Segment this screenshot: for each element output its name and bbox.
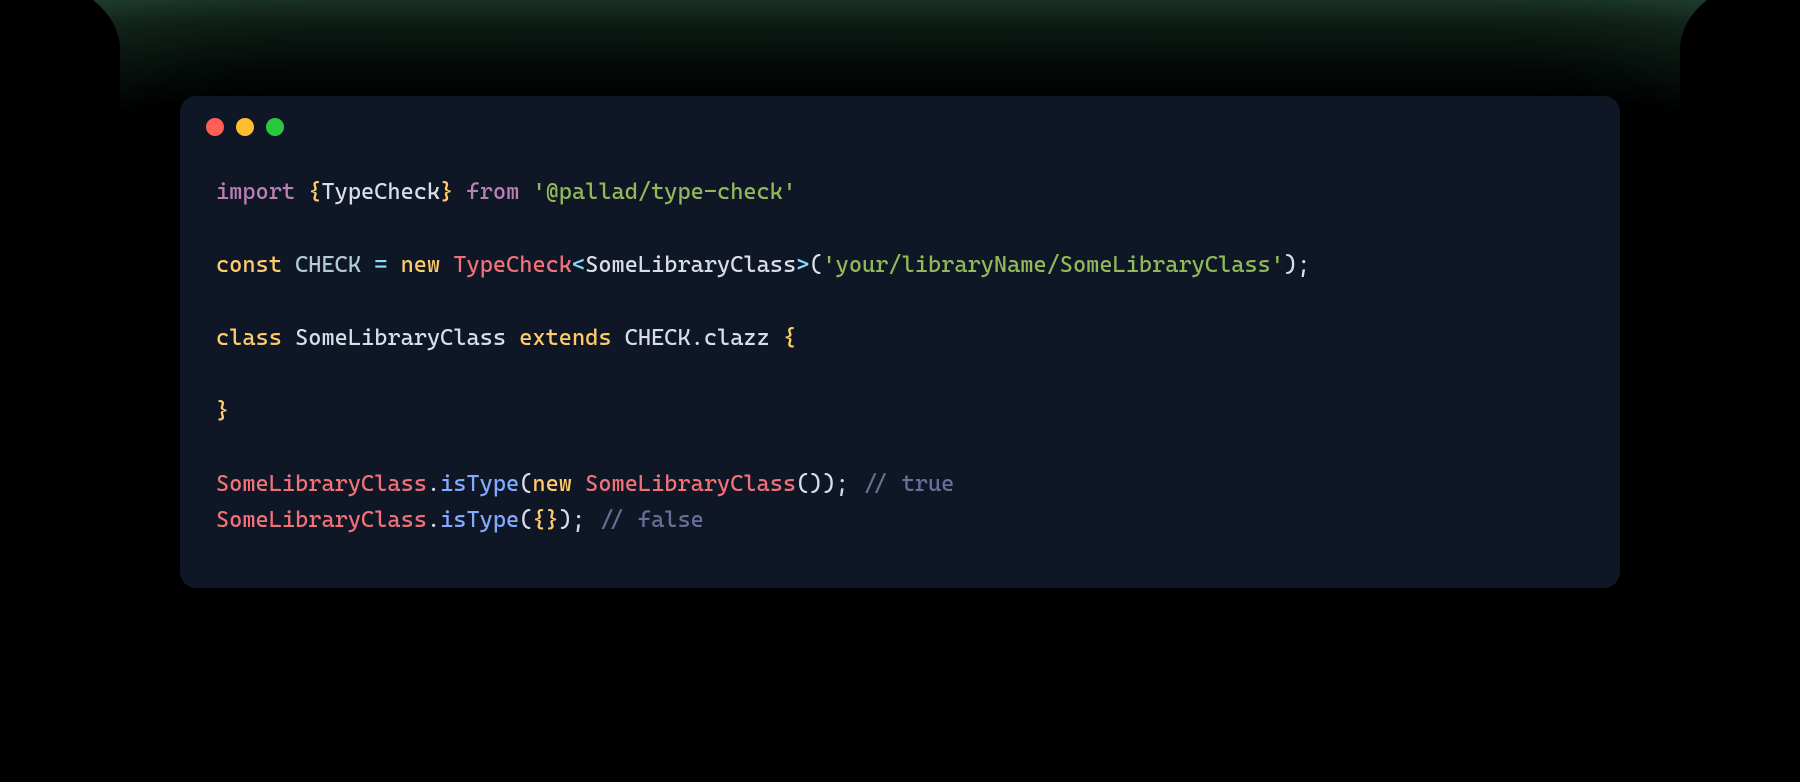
const-name: CHECK — [295, 252, 361, 278]
call2-method: isType — [440, 507, 519, 533]
call1-ctor: SomeLibraryClass — [585, 471, 796, 497]
close-icon[interactable] — [206, 118, 224, 136]
paren-close-semi-1: ); — [1284, 252, 1310, 278]
class-body-open: { — [783, 325, 796, 351]
lt: < — [572, 252, 585, 278]
paren-open-3: ( — [519, 507, 532, 533]
generic-arg: SomeLibraryClass — [585, 252, 796, 278]
gt: > — [796, 252, 809, 278]
paren-close-semi-3: ); — [559, 507, 585, 533]
paren-open-1: ( — [809, 252, 822, 278]
dot-3: . — [427, 507, 440, 533]
call2-arg: {} — [532, 507, 558, 533]
class-name: SomeLibraryClass — [295, 325, 506, 351]
call1-method: isType — [440, 471, 519, 497]
kw-const: const — [216, 252, 282, 278]
op-eq: = — [374, 252, 387, 278]
extends-obj: CHECK — [625, 325, 691, 351]
paren-close-semi-2: ); — [822, 471, 848, 497]
ctor-arg: 'your/libraryName/SomeLibraryClass' — [823, 252, 1284, 278]
ctor-name: TypeCheck — [453, 252, 572, 278]
call1-obj: SomeLibraryClass — [216, 471, 427, 497]
comment-true: // true — [862, 471, 954, 497]
kw-import: import — [216, 179, 295, 205]
minimize-icon[interactable] — [236, 118, 254, 136]
kw-extends: extends — [519, 325, 611, 351]
maximize-icon[interactable] — [266, 118, 284, 136]
import-source: '@pallad/type-check' — [532, 179, 796, 205]
code-block: import {TypeCheck} from '@pallad/type-ch… — [180, 146, 1620, 538]
call2-obj: SomeLibraryClass — [216, 507, 427, 533]
kw-new-1: new — [401, 252, 441, 278]
import-symbol: TypeCheck — [321, 179, 440, 205]
comment-false: // false — [598, 507, 703, 533]
class-body-close: } — [216, 398, 229, 424]
dot-1: . — [691, 325, 704, 351]
dot-2: . — [427, 471, 440, 497]
kw-new-2: new — [532, 471, 572, 497]
paren-open-2: ( — [519, 471, 532, 497]
brace-open: { — [308, 179, 321, 205]
brace-close: } — [440, 179, 453, 205]
call1-empty-paren: () — [796, 471, 822, 497]
kw-from: from — [467, 179, 520, 205]
code-window: import {TypeCheck} from '@pallad/type-ch… — [180, 96, 1620, 588]
stage: import {TypeCheck} from '@pallad/type-ch… — [0, 0, 1800, 782]
kw-class: class — [216, 325, 282, 351]
extends-prop: clazz — [704, 325, 770, 351]
window-titlebar — [180, 96, 1620, 146]
